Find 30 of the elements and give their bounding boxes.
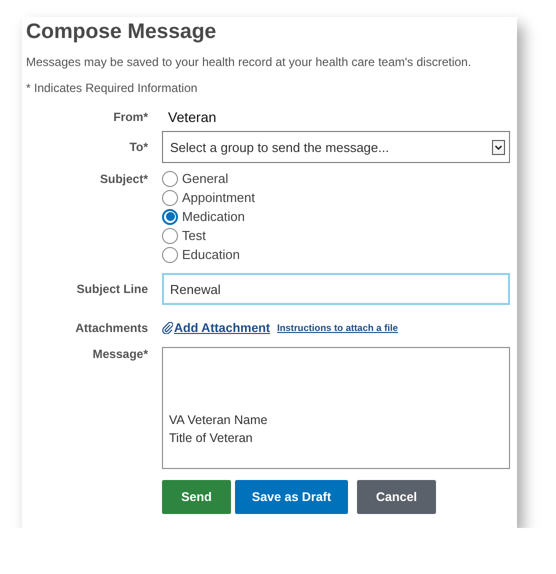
- attachments-label: Attachments: [75, 321, 148, 335]
- radio-button[interactable]: [162, 170, 178, 186]
- dropdown-caret-icon: [492, 140, 505, 154]
- sender-name: Veteran: [167, 109, 218, 125]
- subject-line-label: Subject Line: [76, 282, 148, 296]
- cancel-button[interactable]: Cancel: [357, 480, 436, 514]
- radio-button[interactable]: [162, 190, 178, 206]
- recipient-dropdown[interactable]: Select a group to send the message...: [162, 131, 510, 163]
- radio-label[interactable]: Test: [182, 228, 206, 243]
- add-attachment-link[interactable]: Add Attachment: [162, 321, 270, 335]
- from-label: From*: [113, 110, 148, 124]
- radio-button[interactable]: [162, 228, 178, 244]
- message-field[interactable]: VA Veteran Name Title of Veteran: [162, 347, 510, 469]
- instructions-link[interactable]: Instructions to attach a file: [277, 322, 398, 334]
- message-label: Message*: [92, 347, 148, 361]
- radio-label[interactable]: Education: [182, 247, 240, 262]
- notice-text: Messages may be saved to your health record at your health care team's discretion.: [26, 54, 472, 70]
- radio-label[interactable]: General: [182, 171, 228, 186]
- paperclip-icon: [162, 322, 173, 334]
- radio-label[interactable]: Appointment: [182, 190, 255, 205]
- subject-line-field[interactable]: Renewal: [162, 273, 510, 305]
- radio-label[interactable]: Medication: [182, 209, 245, 224]
- page-title: Compose Message: [26, 19, 218, 45]
- radio-button[interactable]: [162, 208, 178, 224]
- send-button[interactable]: Send: [162, 480, 231, 514]
- to-label: To*: [130, 140, 148, 154]
- required-note: * Indicates Required Information: [26, 80, 198, 96]
- subject-label: Subject*: [100, 172, 148, 186]
- radio-button[interactable]: [162, 246, 178, 262]
- save-draft-button[interactable]: Save as Draft: [235, 480, 348, 514]
